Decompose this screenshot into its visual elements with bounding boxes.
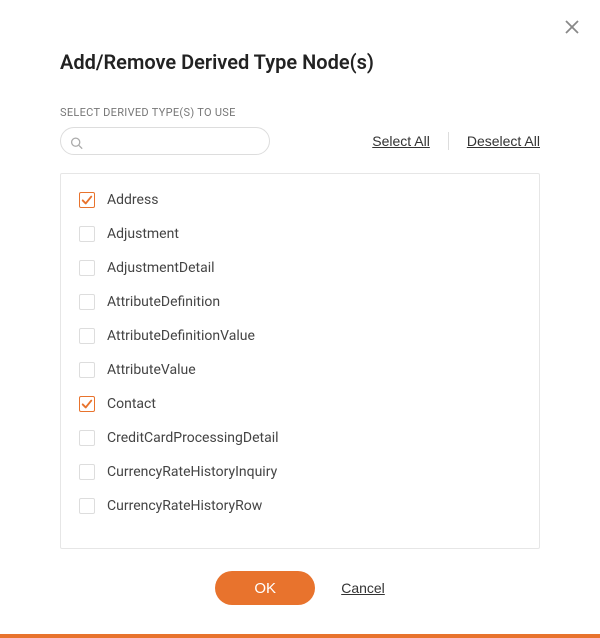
dialog-footer: OK Cancel [60,571,540,605]
list-item[interactable]: Contact [79,396,521,412]
checkbox[interactable] [79,498,95,514]
dialog-title: Add/Remove Derived Type Node(s) [60,50,540,74]
dialog: Add/Remove Derived Type Node(s) SELECT D… [0,0,600,638]
checkbox[interactable] [79,328,95,344]
checkbox[interactable] [79,362,95,378]
checkbox[interactable] [79,192,95,208]
checkbox[interactable] [79,464,95,480]
search-box [60,127,270,155]
item-label: CurrencyRateHistoryRow [107,498,262,514]
item-label: AttributeValue [107,362,196,378]
checkbox[interactable] [79,396,95,412]
list-item[interactable]: AttributeDefinition [79,294,521,310]
list-item[interactable]: Address [79,192,521,208]
close-icon [565,19,579,38]
deselect-all-link[interactable]: Deselect All [467,133,540,149]
list-item[interactable]: Adjustment [79,226,521,242]
list-item[interactable]: AttributeDefinitionValue [79,328,521,344]
item-label: AdjustmentDetail [107,260,215,276]
item-label: CurrencyRateHistoryInquiry [107,464,277,480]
list-item[interactable]: CurrencyRateHistoryRow [79,498,521,514]
item-label: Adjustment [107,226,179,242]
item-label: Address [107,192,158,208]
list-item[interactable]: AttributeValue [79,362,521,378]
divider [448,132,449,150]
item-label: CreditCardProcessingDetail [107,430,279,446]
select-all-link[interactable]: Select All [372,133,430,149]
search-input[interactable] [60,127,270,155]
list-item[interactable]: CreditCardProcessingDetail [79,430,521,446]
type-list: Address Adjustment AdjustmentDetail Attribu… [60,173,540,549]
checkbox[interactable] [79,294,95,310]
checkbox[interactable] [79,226,95,242]
toolbar: Select All Deselect All [60,127,540,155]
checkbox[interactable] [79,430,95,446]
cancel-button[interactable]: Cancel [341,580,385,596]
list-item[interactable]: AdjustmentDetail [79,260,521,276]
field-label: SELECT DERIVED TYPE(S) TO USE [60,106,540,119]
ok-button[interactable]: OK [215,571,315,605]
item-label: AttributeDefinitionValue [107,328,255,344]
item-label: AttributeDefinition [107,294,220,310]
item-label: Contact [107,396,156,412]
bottom-accent-bar [0,634,600,638]
search-icon [70,135,83,148]
list-item[interactable]: CurrencyRateHistoryInquiry [79,464,521,480]
close-button[interactable] [562,18,582,38]
checkbox[interactable] [79,260,95,276]
